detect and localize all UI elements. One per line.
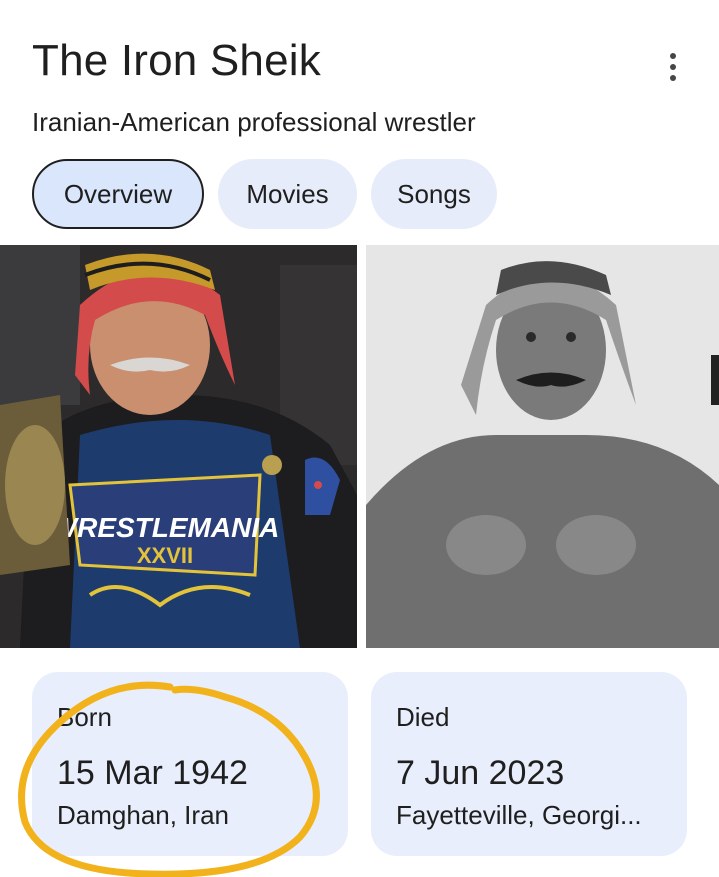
knowledge-panel-title: The Iron Sheik (32, 36, 321, 85)
tab-overview[interactable]: Overview (32, 159, 204, 229)
died-card[interactable]: Died 7 Jun 2023 Fayetteville, Georgi... (371, 672, 687, 856)
more-options-button[interactable] (656, 50, 690, 84)
born-label: Born (57, 702, 112, 732)
image-thumbnail-bw[interactable] (366, 245, 719, 648)
image-thumbnail-color[interactable]: WRESTLEMANIA XXVII (0, 245, 357, 648)
died-date: 7 Jun 2023 (396, 754, 565, 792)
svg-text:XXVII: XXVII (137, 543, 193, 568)
born-card[interactable]: Born 15 Mar 1942 Damghan, Iran (32, 672, 348, 856)
knowledge-panel-subtitle: Iranian-American professional wrestler (32, 107, 476, 137)
born-date: 15 Mar 1942 (57, 754, 248, 792)
born-place: Damghan, Iran (57, 800, 229, 830)
svg-text:WRESTLEMANIA: WRESTLEMANIA (51, 512, 280, 543)
tab-songs[interactable]: Songs (371, 159, 497, 229)
more-vert-dot (670, 75, 676, 81)
died-label: Died (396, 702, 450, 732)
more-vert-dot (670, 64, 676, 70)
died-place: Fayetteville, Georgi... (396, 800, 642, 830)
tab-movies[interactable]: Movies (218, 159, 357, 229)
more-vert-icon (670, 53, 676, 59)
